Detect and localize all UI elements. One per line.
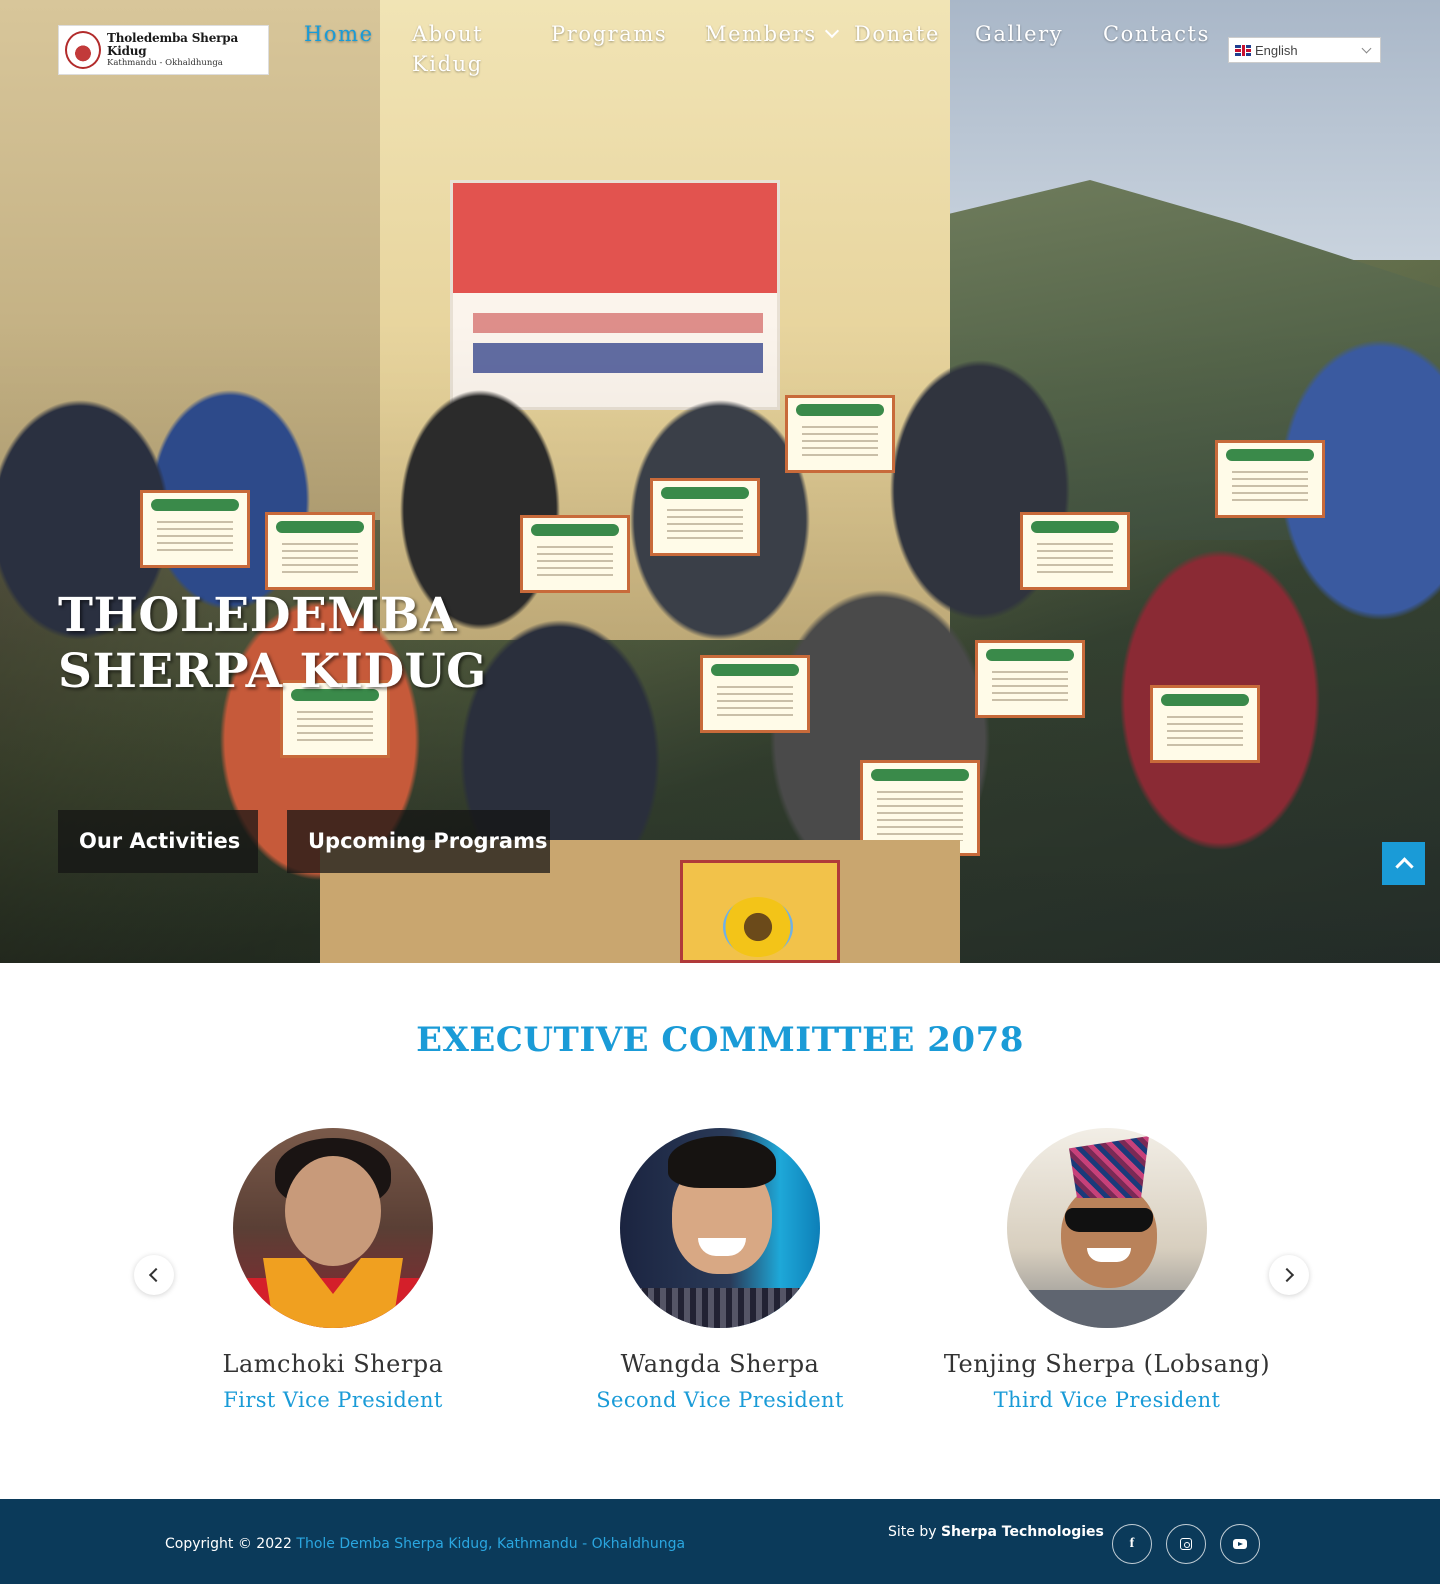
member-photo xyxy=(233,1128,433,1328)
logo-title: Tholedemba Sherpa Kidug xyxy=(107,30,239,58)
certificate-image xyxy=(1150,685,1260,763)
hero-book xyxy=(680,860,840,963)
language-selected: English xyxy=(1255,42,1298,58)
upcoming-programs-button[interactable]: Upcoming Programs xyxy=(287,810,550,873)
member-card: Tenjing Sherpa (Lobsang) Third Vice Pres… xyxy=(917,1128,1297,1412)
facebook-link[interactable]: f xyxy=(1112,1524,1152,1564)
chevron-down-icon xyxy=(1361,43,1372,54)
instagram-link[interactable] xyxy=(1166,1524,1206,1564)
member-role: Third Vice President xyxy=(993,1388,1221,1412)
nav-contacts[interactable]: Contacts xyxy=(1103,19,1210,49)
nav-about-kidug[interactable]: About Kidug xyxy=(412,19,522,79)
logo-subtitle: Kathmandu - Okhaldhunga xyxy=(107,58,223,69)
certificate-image xyxy=(140,490,250,568)
facebook-icon: f xyxy=(1129,1536,1135,1551)
member-name: Wangda Sherpa xyxy=(620,1350,820,1378)
org-link[interactable]: Thole Demba Sherpa Kidug, Kathmandu - Ok… xyxy=(296,1536,685,1552)
nav-members-label: Members xyxy=(705,22,817,46)
certificate-image xyxy=(650,478,760,556)
youtube-link[interactable] xyxy=(1220,1524,1260,1564)
site-by-link[interactable]: Sherpa Technologies xyxy=(941,1524,1104,1540)
member-card: Lamchoki Sherpa First Vice President xyxy=(143,1128,523,1412)
language-select[interactable]: English xyxy=(1228,37,1381,63)
nav-programs[interactable]: Programs xyxy=(551,19,667,49)
hero-title: THOLEDEMBA SHERPA KIDUG xyxy=(58,588,487,699)
site-credit: Site by Sherpa Technologies xyxy=(888,1524,1104,1540)
site-logo[interactable]: Tholedemba Sherpa Kidug Kathmandu - Okha… xyxy=(58,25,269,75)
committee-title: EXECUTIVE COMMITTEE 2078 xyxy=(416,1020,1024,1060)
member-photo xyxy=(1007,1128,1207,1328)
uk-flag-icon xyxy=(1235,44,1251,56)
member-photo xyxy=(620,1128,820,1328)
certificate-image xyxy=(785,395,895,473)
member-card: Wangda Sherpa Second Vice President xyxy=(530,1128,910,1412)
certificate-image xyxy=(975,640,1085,718)
certificate-image xyxy=(1020,512,1130,590)
certificate-image xyxy=(700,655,810,733)
member-name: Lamchoki Sherpa xyxy=(222,1350,444,1378)
certificate-image xyxy=(520,515,630,593)
nav-donate[interactable]: Donate xyxy=(854,19,940,49)
instagram-icon xyxy=(1180,1538,1192,1550)
nav-gallery[interactable]: Gallery xyxy=(975,19,1063,49)
our-activities-button[interactable]: Our Activities xyxy=(58,810,258,873)
logo-emblem-icon xyxy=(65,31,101,69)
nav-home[interactable]: Home xyxy=(304,19,374,49)
certificate-image xyxy=(1215,440,1325,518)
certificate-image xyxy=(265,512,375,590)
site-by-prefix: Site by xyxy=(888,1524,937,1540)
member-role: Second Vice President xyxy=(596,1388,844,1412)
back-to-top-button[interactable] xyxy=(1382,842,1425,885)
member-name: Tenjing Sherpa (Lobsang) xyxy=(943,1350,1271,1378)
youtube-icon xyxy=(1233,1539,1247,1549)
copyright-prefix: Copyright © 2022 xyxy=(165,1536,292,1552)
member-role: First Vice President xyxy=(223,1388,443,1412)
nav-members[interactable]: Members xyxy=(705,19,839,49)
chevron-down-icon xyxy=(824,23,839,39)
copyright: Copyright © 2022 Thole Demba Sherpa Kidu… xyxy=(165,1536,685,1552)
